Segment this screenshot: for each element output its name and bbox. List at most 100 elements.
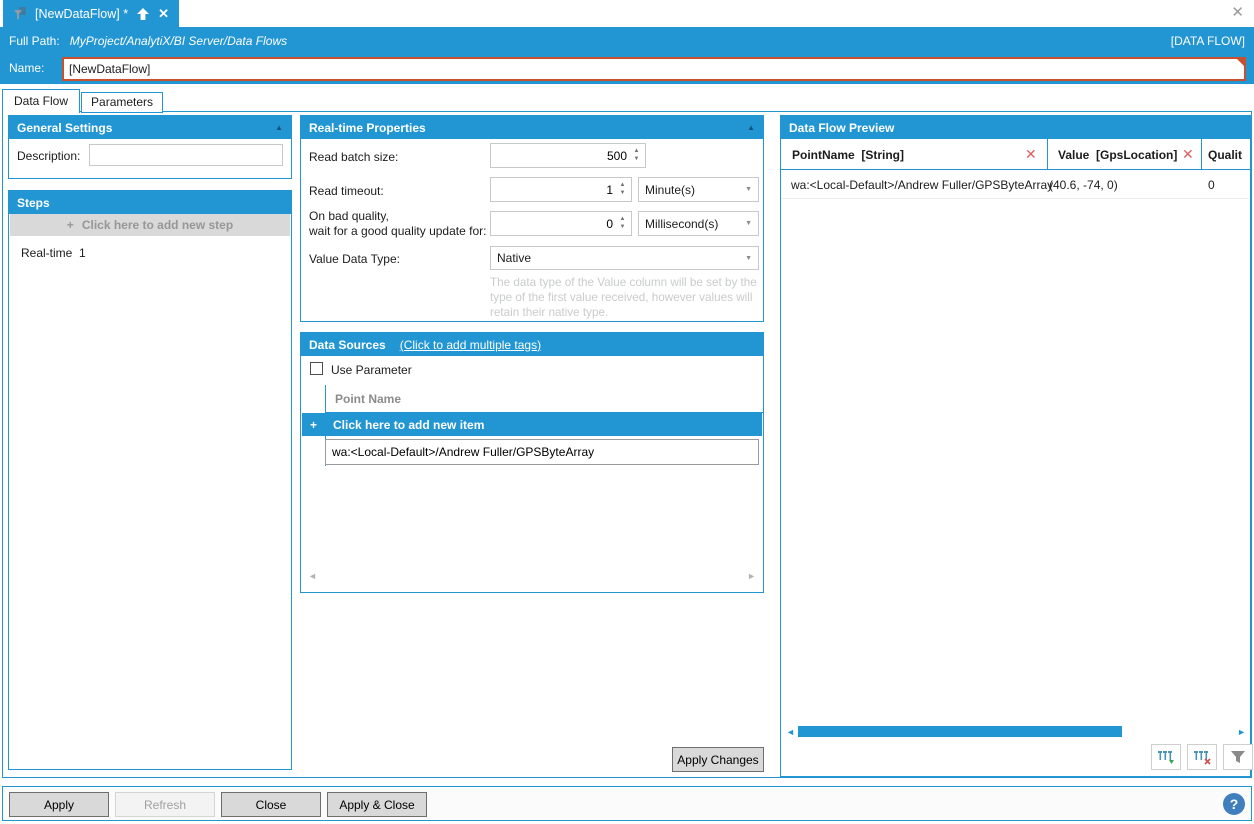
spinner-arrows[interactable]: ▲ ▼ [630,145,643,166]
close-button[interactable]: Close [221,792,321,817]
name-input-wrap [62,57,1246,81]
data-sources-panel: Data Sources (Click to add multiple tags… [300,332,764,593]
data-sources-title: Data Sources [309,337,386,352]
node-type-badge: [DATA FLOW] [1170,33,1245,48]
bad-quality-label-line2: wait for a good quality update for: [309,224,487,238]
column-divider[interactable] [1047,139,1048,170]
collapse-icon[interactable]: ▲ [747,123,755,132]
group-remove-button[interactable] [1187,744,1217,770]
read-timeout-stepper[interactable]: ▲ ▼ [490,177,632,202]
remove-column-icon[interactable]: ✕ [1025,139,1037,170]
spin-up-icon[interactable]: ▲ [634,148,640,154]
preview-data-row[interactable]: wa:<Local-Default>/Andrew Fuller/GPSByte… [781,170,1249,199]
read-batch-size-stepper[interactable]: ▲ ▼ [490,143,646,168]
spin-up-icon[interactable]: ▲ [620,216,626,222]
step-list-item[interactable]: Real-time 1 [21,246,86,260]
chevron-down-icon: ▼ [745,254,752,262]
dataflow-icon [13,6,27,21]
apply-and-close-button[interactable]: Apply & Close [327,792,427,817]
remove-column-icon[interactable]: ✕ [1182,139,1194,170]
spin-down-icon[interactable]: ▼ [620,224,626,230]
steps-title: Steps [17,195,50,210]
preview-column-quality[interactable]: Qualit [1208,139,1242,170]
footer-bar: Apply Refresh Close Apply & Close ? [2,786,1252,821]
value-data-type-dropdown[interactable]: Native ▼ [490,246,759,270]
general-settings-title: General Settings [17,120,113,135]
document-tab[interactable]: [NewDataFlow] * ✕ [3,0,179,27]
scroll-right-icon[interactable]: ► [747,571,756,581]
data-flow-preview-panel: Data Flow Preview PointName [String] ✕ V… [780,115,1253,777]
bad-quality-unit-value: Millisecond(s) [645,216,719,231]
scroll-left-icon[interactable]: ◄ [786,727,795,737]
scroll-left-icon[interactable]: ◄ [308,571,317,581]
plus-icon: + [310,417,318,432]
navigate-up-icon[interactable] [136,7,150,21]
spin-down-icon[interactable]: ▼ [634,156,640,162]
name-bar: Name: [0,54,1254,84]
filter-icon [1230,750,1246,764]
window-close-icon[interactable]: ✕ [1231,5,1244,20]
read-timeout-unit-dropdown[interactable]: Minute(s) ▼ [638,177,759,202]
read-batch-size-input[interactable] [491,144,645,167]
add-item-row[interactable]: + Click here to add new item [302,413,762,436]
tab-parameters[interactable]: Parameters [81,92,164,113]
bad-quality-wait-input[interactable] [491,212,631,235]
spin-up-icon[interactable]: ▲ [620,182,626,188]
name-input[interactable] [64,59,1244,79]
use-parameter-checkbox[interactable] [310,362,323,375]
bad-quality-unit-dropdown[interactable]: Millisecond(s) ▼ [638,211,759,236]
add-item-label: Click here to add new item [333,417,485,432]
group-add-button[interactable] [1151,744,1181,770]
add-step-row[interactable]: + Click here to add new step [10,214,290,236]
preview-cell-quality: 0 [1208,177,1215,192]
full-path-bar: Full Path: MyProject/AnalytiX/BI Server/… [0,27,1254,54]
bad-quality-label-line1: On bad quality, [309,209,389,223]
document-tab-title: [NewDataFlow] * [35,6,129,21]
group-remove-icon [1193,749,1211,765]
bad-quality-wait-stepper[interactable]: ▲ ▼ [490,211,632,236]
preview-horizontal-scrollbar[interactable]: ◄ ► [782,724,1249,740]
chevron-down-icon: ▼ [745,220,752,227]
add-multiple-tags-link[interactable]: (Click to add multiple tags) [400,338,541,352]
tab-data-flow[interactable]: Data Flow [2,89,81,113]
value-data-type-value: Native [497,251,532,265]
validation-corner-marker [1237,59,1244,66]
scroll-right-icon[interactable]: ► [1237,727,1246,737]
apply-changes-button[interactable]: Apply Changes [672,747,764,772]
preview-column-pointname[interactable]: PointName [String] [792,139,904,170]
preview-column-value[interactable]: Value [GpsLocation] [1058,139,1177,170]
description-label: Description: [17,149,81,163]
chevron-down-icon: ▼ [745,186,752,193]
help-icon[interactable]: ? [1223,793,1245,815]
full-path-label: Full Path: [9,33,60,48]
full-path-value: MyProject/AnalytiX/BI Server/Data Flows [69,33,288,48]
read-timeout-input[interactable] [491,178,631,201]
spinner-arrows[interactable]: ▲ ▼ [616,179,629,200]
use-parameter-label: Use Parameter [331,363,412,377]
point-name-item-input[interactable] [325,439,759,465]
read-timeout-label: Read timeout: [309,184,384,198]
collapse-icon[interactable]: ▲ [275,123,283,132]
document-tab-close-icon[interactable]: ✕ [158,7,169,20]
data-flow-preview-title: Data Flow Preview [789,120,895,135]
filter-button[interactable] [1223,744,1253,770]
spinner-arrows[interactable]: ▲ ▼ [616,213,629,234]
realtime-properties-panel: Real-time Properties ▲ Read batch size: … [300,115,764,322]
general-settings-panel: General Settings ▲ Description: [8,115,292,179]
read-batch-size-label: Read batch size: [309,150,399,164]
realtime-properties-title: Real-time Properties [309,120,426,135]
document-tab-strip: [NewDataFlow] * ✕ ✕ [0,0,1254,27]
preview-cell-pointname: wa:<Local-Default>/Andrew Fuller/GPSByte… [791,177,1054,192]
value-data-type-label: Value Data Type: [309,252,400,266]
dataflow-editor-window: [NewDataFlow] * ✕ ✕ Full Path: MyProject… [0,0,1254,824]
point-name-column-header: Point Name [335,392,402,406]
scrollbar-thumb[interactable] [798,726,1122,737]
steps-panel: Steps + Click here to add new step Real-… [8,190,292,770]
apply-button[interactable]: Apply [9,792,109,817]
description-input[interactable] [89,144,283,166]
preview-cell-value: (40.6, -74, 0) [1049,177,1118,192]
spin-down-icon[interactable]: ▼ [620,190,626,196]
refresh-button[interactable]: Refresh [115,792,215,817]
plus-icon: + [66,218,74,232]
column-divider[interactable] [1201,139,1202,170]
